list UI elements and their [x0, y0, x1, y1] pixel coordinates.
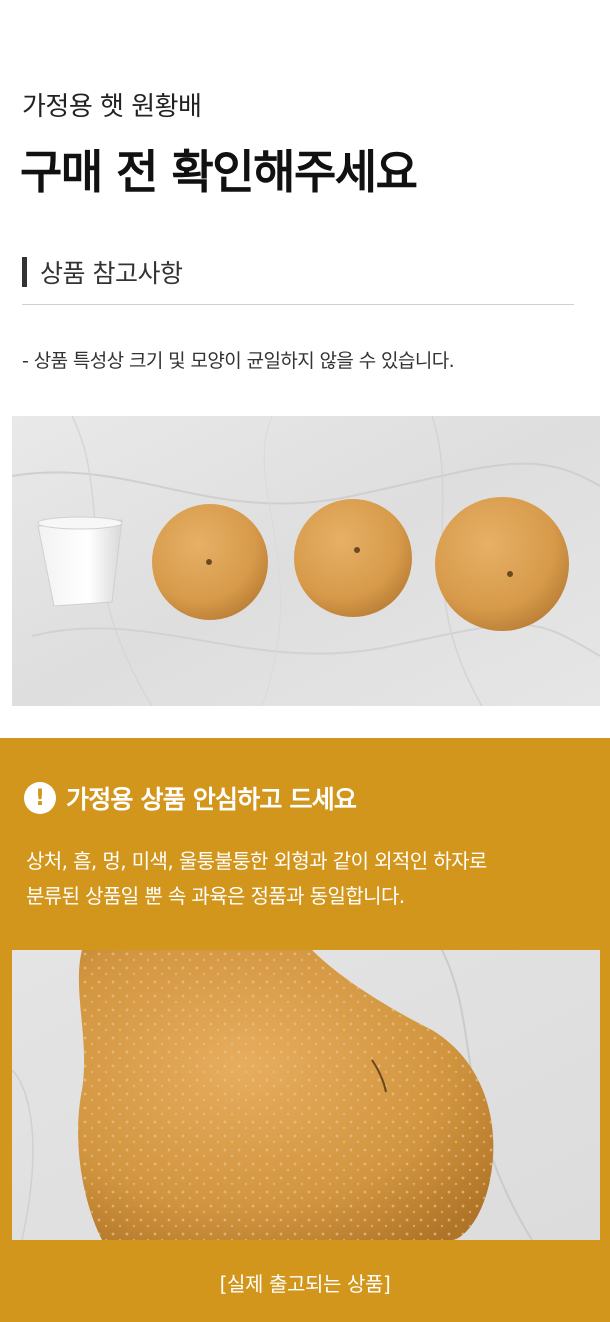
pear-closeup-illustration	[12, 950, 600, 1240]
page-title: 구매 전 확인해주세요	[20, 145, 418, 199]
section-label: 상품 참고사항	[40, 259, 183, 288]
exclamation-icon: !	[24, 782, 56, 814]
product-subtitle: 가정용 햇 원황배	[22, 92, 202, 122]
notice-title: 가정용 상품 안심하고 드세요	[66, 785, 357, 814]
section-bar-marker	[22, 257, 27, 287]
product-notice-page: 가정용 햇 원황배 구매 전 확인해주세요 상품 참고사항 - 상품 특성상 크…	[0, 0, 610, 1322]
notice-line-1: 상처, 흠, 멍, 미색, 울퉁불퉁한 외형과 같이 외적인 하자로	[26, 849, 487, 873]
pear-medium-icon	[294, 499, 412, 617]
size-comparison-photo	[12, 416, 600, 706]
section-heading: 상품 참고사항	[22, 254, 183, 290]
section-divider	[22, 304, 574, 305]
pear-small-icon	[152, 504, 268, 620]
size-comparison-illustration	[12, 416, 600, 706]
pear-large-icon	[435, 497, 569, 631]
top-section: 가정용 햇 원황배 구매 전 확인해주세요 상품 참고사항 - 상품 특성상 크…	[0, 0, 610, 738]
photo-caption: [실제 출고되는 상품]	[219, 1272, 391, 1296]
actual-product-photo	[12, 950, 600, 1240]
notice-heading: ! 가정용 상품 안심하고 드세요	[24, 780, 357, 816]
reference-note: - 상품 특성상 크기 및 모양이 균일하지 않을 수 있습니다.	[22, 350, 455, 372]
notice-line-2: 분류된 상품일 뿐 속 과육은 정품과 동일합니다.	[26, 884, 405, 908]
